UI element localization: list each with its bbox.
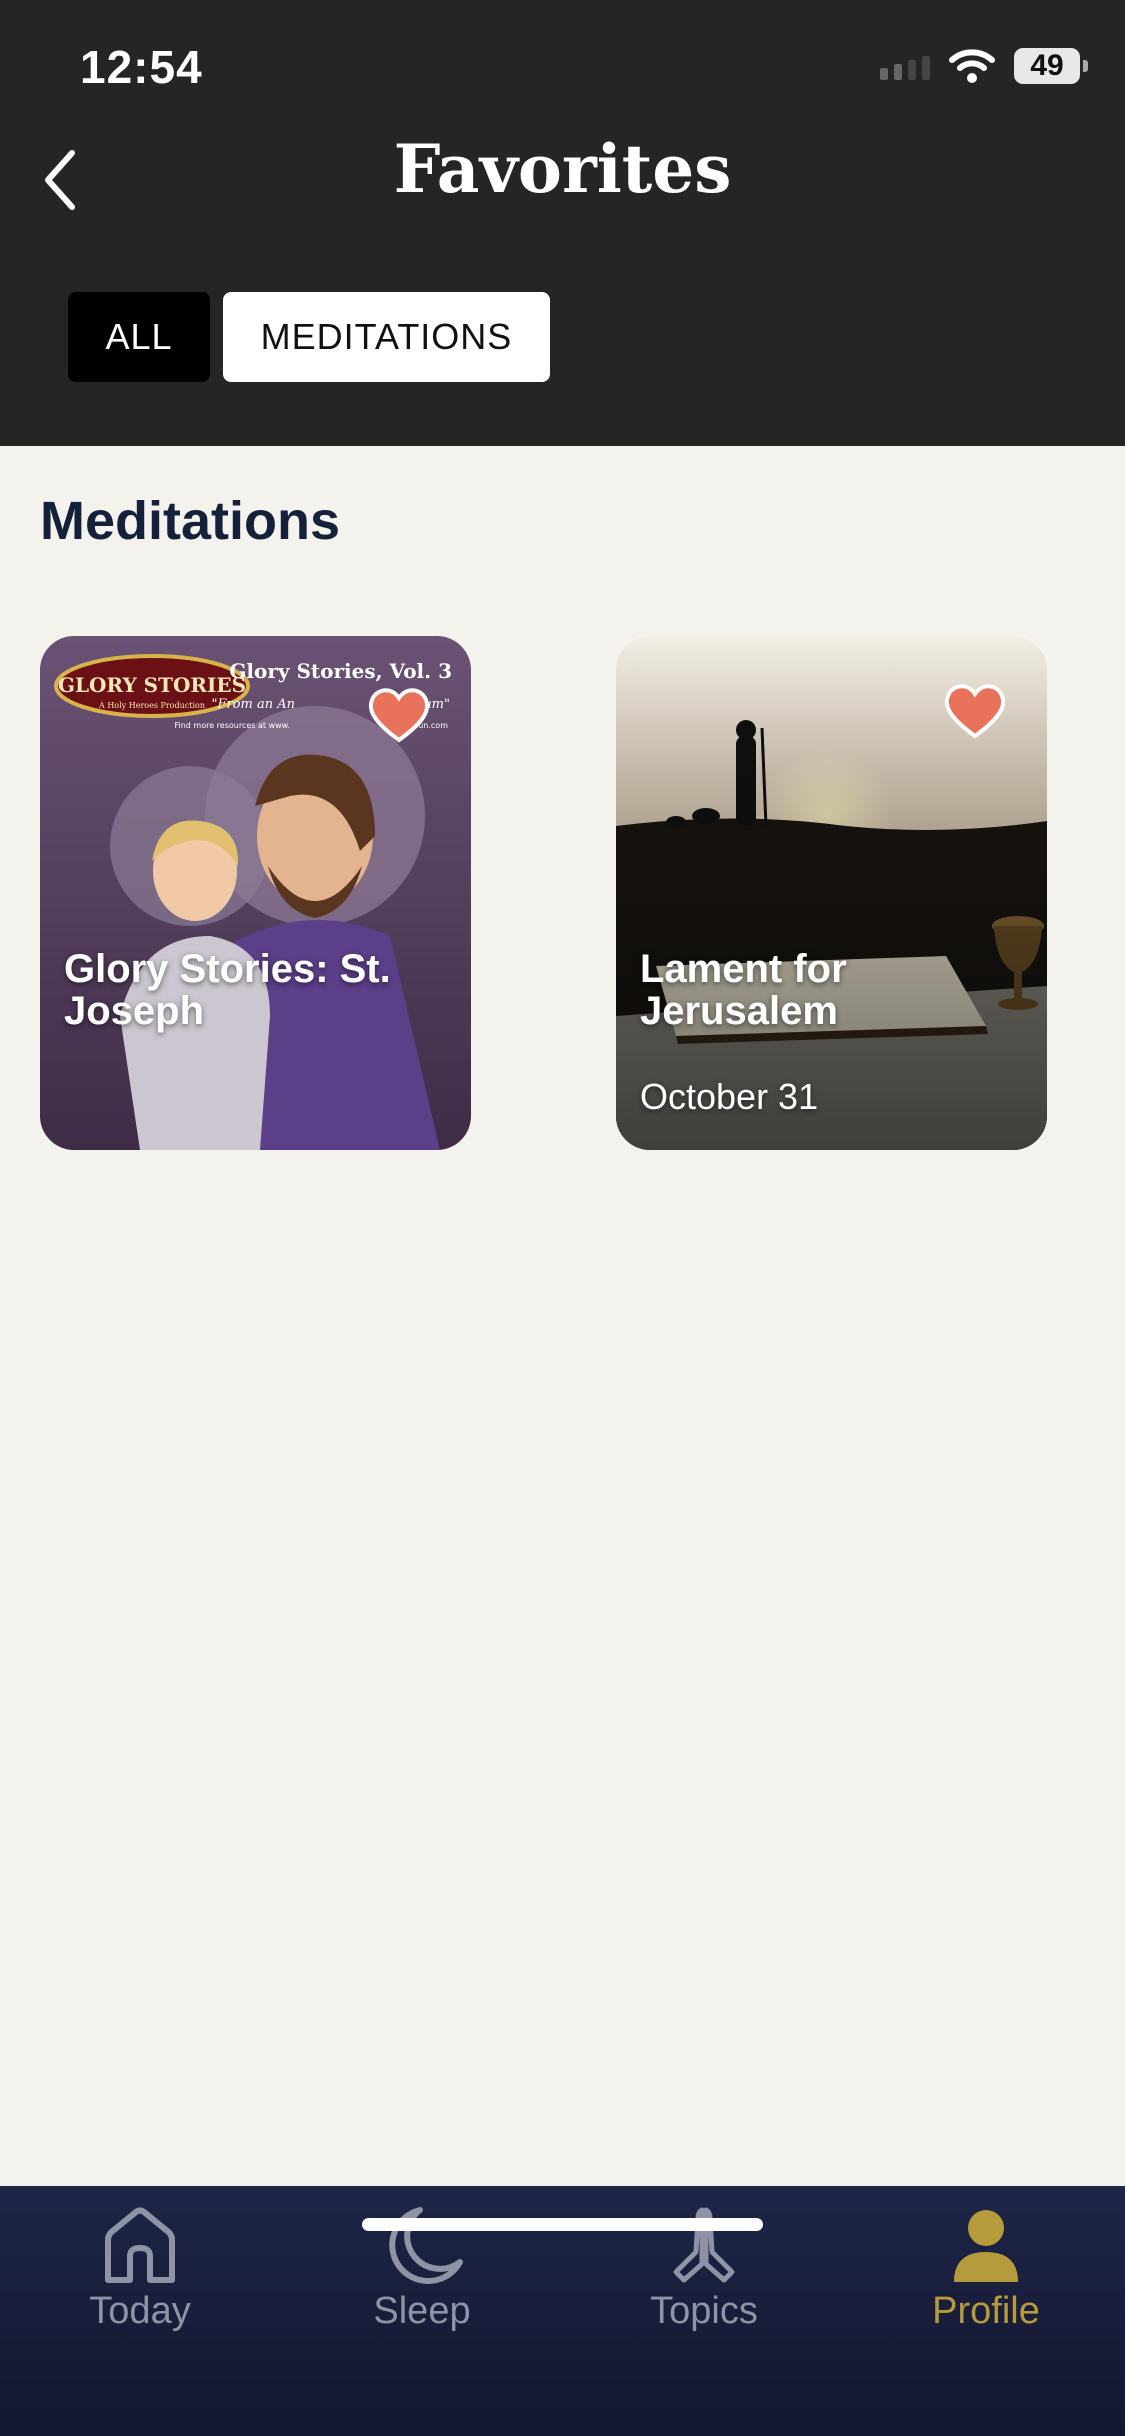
art-subtitle-text: "From an An	[211, 697, 295, 712]
home-indicator	[362, 2218, 763, 2231]
card-title: Lament for Jerusalem	[640, 947, 847, 1033]
moon-icon	[389, 2207, 463, 2285]
tab-profile[interactable]: Profile	[886, 2204, 1086, 2333]
meditation-card-glory-stories[interactable]: GLORY STORIES A Holy Heroes Production G…	[40, 636, 471, 1150]
art-note-text: Find more resources at www.	[174, 721, 290, 730]
glory-stories-logo-subtext: A Holy Heroes Production	[98, 701, 205, 710]
tab-label: Sleep	[373, 2290, 471, 2332]
tab-label: Topics	[650, 2290, 758, 2332]
art-series-text: Glory Stories, Vol. 3	[229, 659, 452, 683]
tab-label: Today	[89, 2290, 191, 2332]
battery-icon: 49	[1014, 48, 1088, 84]
card-title: Glory Stories: St. Joseph	[64, 947, 391, 1033]
heart-icon[interactable]	[366, 684, 432, 744]
tab-label: Profile	[932, 2290, 1040, 2332]
meditation-card-lament[interactable]: Lament for Jerusalem October 31	[616, 636, 1047, 1150]
filter-all-tab[interactable]: ALL	[68, 292, 210, 382]
praying-hands-icon	[673, 2207, 735, 2283]
status-time: 12:54	[80, 41, 203, 93]
header: 12:54 49 Favorites ALL MEDITATIONS	[0, 0, 1125, 446]
card-date: October 31	[640, 1076, 819, 1117]
status-icons: 49	[880, 48, 1088, 84]
home-icon	[105, 2207, 175, 2283]
page-title: Favorites	[393, 130, 732, 208]
filter-meditations-tab[interactable]: MEDITATIONS	[223, 292, 550, 382]
section-title: Meditations	[40, 491, 341, 551]
heart-icon[interactable]	[942, 680, 1008, 740]
wifi-icon	[949, 49, 995, 83]
glory-stories-logo-text: GLORY STORIES	[58, 673, 246, 697]
cellular-signal-icon	[880, 52, 930, 80]
person-icon	[954, 2210, 1018, 2282]
tab-today[interactable]: Today	[40, 2204, 240, 2333]
